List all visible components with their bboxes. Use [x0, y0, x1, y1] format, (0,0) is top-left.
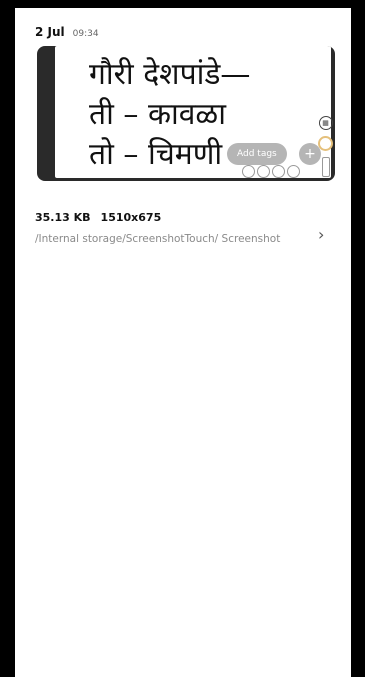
tool-icon — [287, 165, 300, 178]
slider-icon — [321, 157, 330, 177]
add-button[interactable]: + — [299, 143, 321, 165]
chevron-right-icon[interactable]: › — [318, 225, 324, 244]
grid-icon: ▦ — [318, 116, 333, 130]
preview-side-icons: ▦ — [318, 116, 333, 177]
file-resolution: 1510x675 — [100, 211, 162, 224]
tool-icon — [257, 165, 270, 178]
file-path: /Internal storage/ScreenshotTouch/ Scree… — [35, 233, 281, 245]
screenshot-preview[interactable]: गौरी देशपांडे— ती – कावळा तो – चिमणी ▦ A… — [37, 46, 335, 181]
handwriting-line-1: गौरी देशपांडे— — [89, 57, 251, 92]
file-meta: 35.13 KB 1510x675 — [35, 211, 161, 224]
handwriting-line-2: ती – कावळा — [89, 97, 227, 132]
color-ring-icon — [318, 136, 333, 151]
date-row: 2 Jul 09:34 — [35, 25, 99, 39]
tool-icon — [242, 165, 255, 178]
time-label: 09:34 — [72, 29, 99, 39]
screen: 2 Jul 09:34 गौरी देशपांडे— ती – कावळा तो… — [15, 8, 351, 677]
handwriting-line-3: तो – चिमणी — [89, 137, 223, 172]
date-label: 2 Jul — [35, 25, 65, 39]
file-size: 35.13 KB — [35, 211, 91, 224]
add-tags-button[interactable]: Add tags — [227, 143, 287, 165]
tool-icon — [272, 165, 285, 178]
tool-strip — [242, 165, 300, 178]
